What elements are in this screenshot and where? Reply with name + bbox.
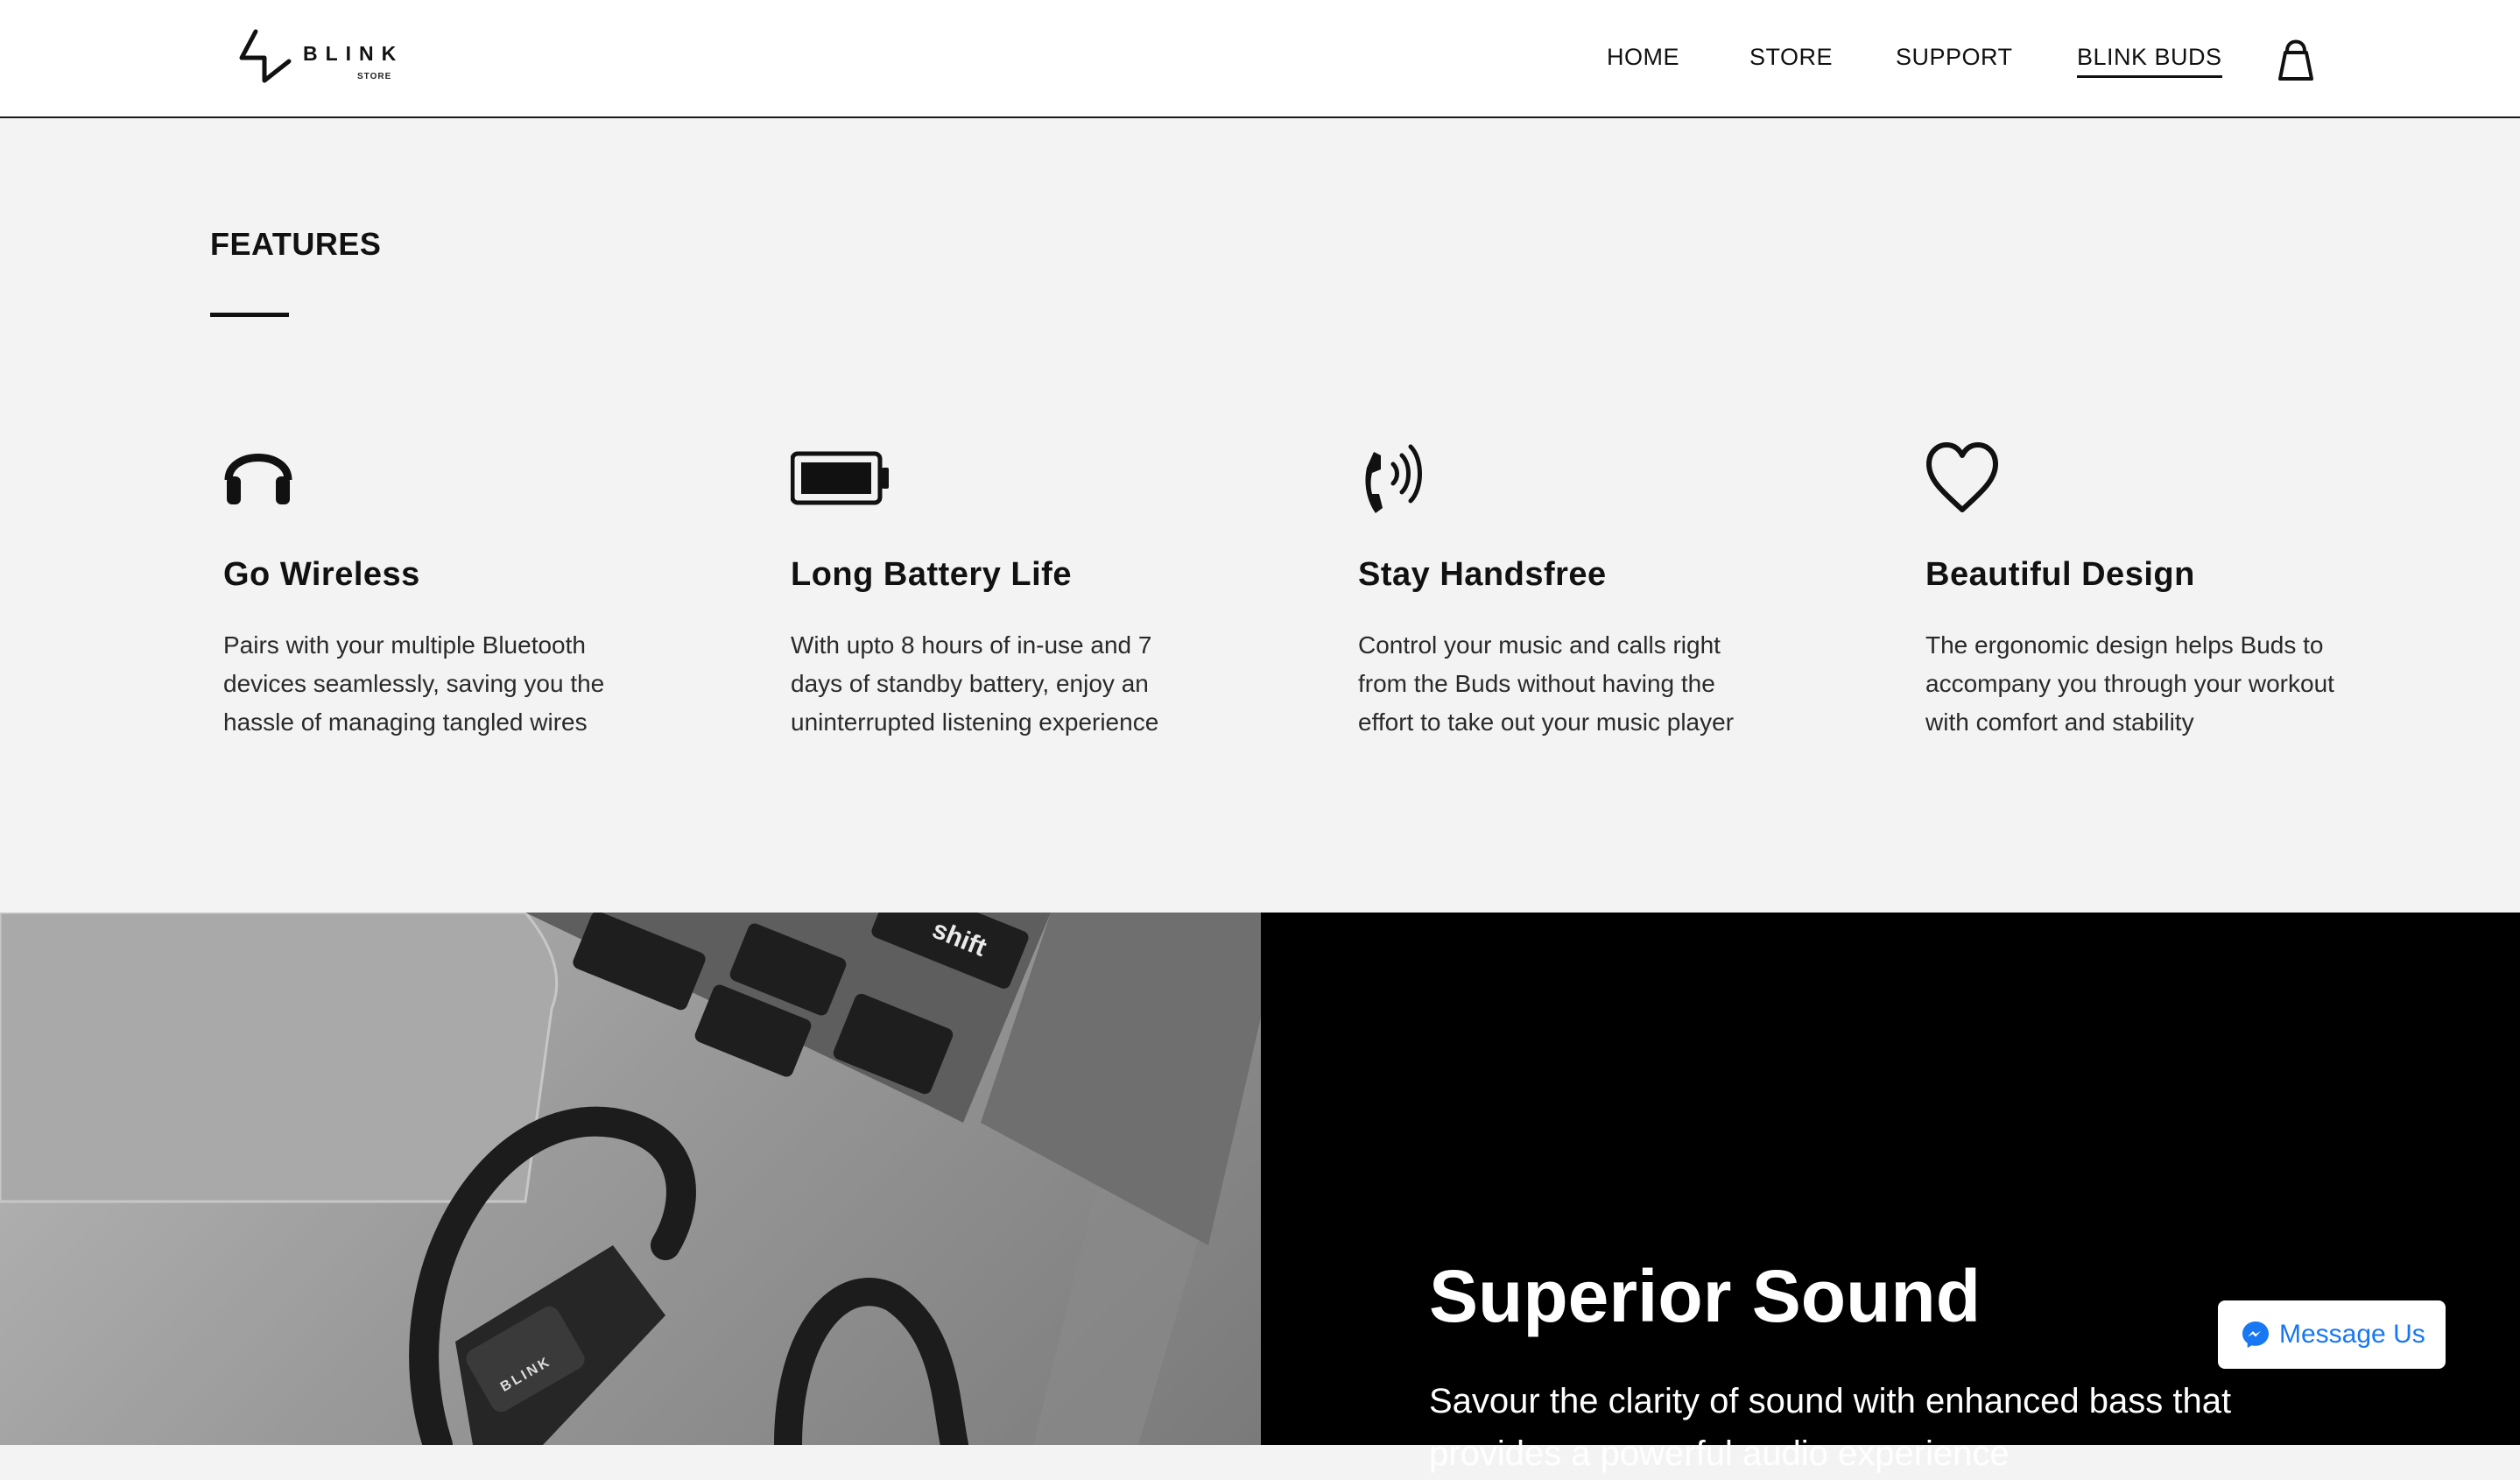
feature-title: Go Wireless bbox=[223, 556, 420, 593]
sound-text-line-2: provides a powerful audio experience bbox=[1429, 1434, 2010, 1473]
features-underline bbox=[210, 313, 289, 317]
feature-text: The ergonomic design helps Buds to accom… bbox=[1925, 631, 2334, 736]
logo-wordmark: BLINK bbox=[303, 42, 405, 65]
feature-title: Beautiful Design bbox=[1925, 556, 2195, 593]
feature-title: Long Battery Life bbox=[791, 556, 1072, 593]
logo-subtext: STORE bbox=[357, 72, 392, 81]
battery-icon bbox=[791, 451, 889, 505]
earbuds-photo: shift BLINK bbox=[0, 913, 1261, 1445]
messenger-icon bbox=[2242, 1321, 2269, 1348]
feature-title: Stay Handsfree bbox=[1358, 556, 1607, 593]
blink-logo[interactable]: BLINK STORE bbox=[235, 26, 401, 88]
feature-text: Pairs with your multiple Bluetooth devic… bbox=[223, 631, 605, 736]
superior-sound-text: Savour the clarity of sound with enhance… bbox=[1429, 1375, 2305, 1480]
superior-sound-title: Superior Sound bbox=[1429, 1255, 1981, 1337]
heart-icon bbox=[1926, 442, 1998, 512]
nav-blink-buds[interactable]: BLINK BUDS bbox=[2077, 44, 2222, 78]
feature-text: Control your music and calls right from … bbox=[1358, 631, 1735, 736]
features-heading: FEATURES bbox=[210, 226, 382, 262]
sound-text-line-1: Savour the clarity of sound with enhance… bbox=[1429, 1382, 2232, 1420]
site-header: BLINK STORE HOME STORE SUPPORT BLINK BUD… bbox=[0, 0, 2520, 118]
nav-support[interactable]: SUPPORT bbox=[1896, 44, 2013, 71]
message-us-button[interactable]: Message Us bbox=[2218, 1300, 2446, 1369]
nav-home[interactable]: HOME bbox=[1607, 44, 1679, 71]
nav-store[interactable]: STORE bbox=[1749, 44, 1833, 71]
message-us-label: Message Us bbox=[2279, 1320, 2425, 1349]
feature-text: With upto 8 hours of in-use and 7 days o… bbox=[791, 631, 1159, 736]
headphones-icon bbox=[224, 454, 292, 504]
shopping-bag-icon[interactable] bbox=[2277, 32, 2315, 82]
blink-logo-mark-icon bbox=[239, 29, 292, 83]
phone-ringing-icon bbox=[1365, 444, 1422, 513]
